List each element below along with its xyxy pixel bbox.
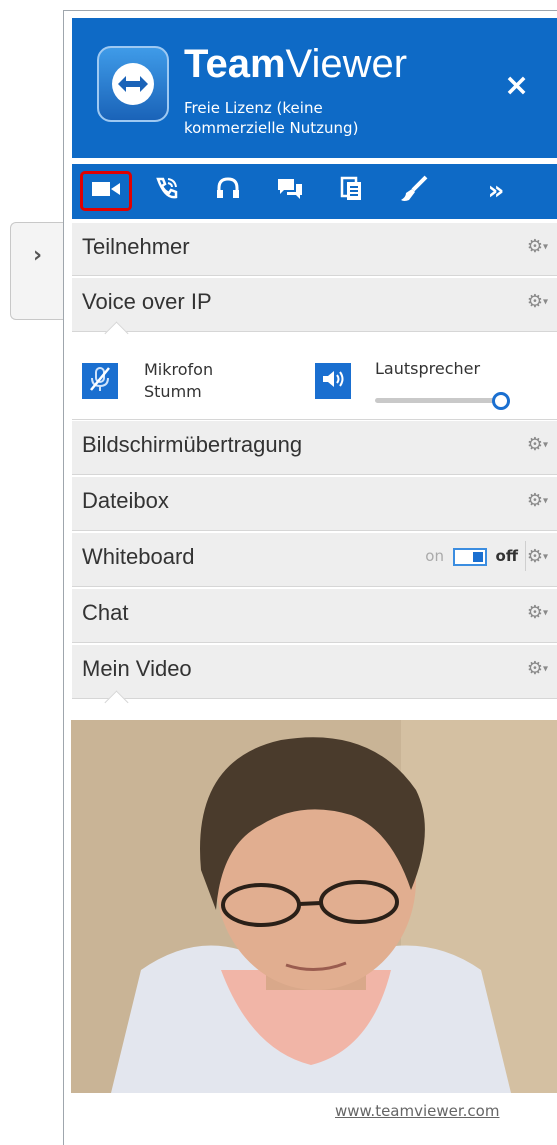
section-voip[interactable]: Voice over IP ⚙▾: [72, 278, 557, 332]
toolbar: »: [72, 164, 557, 219]
microphone-mute-button[interactable]: [82, 363, 118, 399]
gear-icon[interactable]: ⚙▾: [527, 434, 548, 455]
header: TeamViewer Freie Lizenz (keine kommerzie…: [72, 18, 557, 158]
video-button[interactable]: [80, 171, 132, 211]
section-title: Teilnehmer: [82, 234, 190, 259]
teamviewer-logo: [97, 46, 169, 122]
section-title: Voice over IP: [82, 289, 212, 314]
speaker-icon: [321, 369, 345, 393]
chat-button[interactable]: [266, 172, 314, 210]
brush-icon: [400, 175, 428, 207]
more-button[interactable]: »: [472, 172, 520, 210]
gear-icon[interactable]: ⚙▾: [527, 602, 548, 623]
microphone-muted-icon: [89, 366, 111, 396]
video-feed: [71, 720, 557, 1093]
gear-icon[interactable]: ⚙▾: [527, 546, 548, 567]
whiteboard-button[interactable]: [390, 172, 438, 210]
section-teilnehmer[interactable]: Teilnehmer ⚙▾: [72, 223, 557, 276]
headset-icon: [215, 176, 241, 206]
chat-bubbles-icon: [276, 177, 304, 205]
headset-button[interactable]: [204, 172, 252, 210]
filebox-button[interactable]: [328, 172, 376, 210]
whiteboard-toggle[interactable]: on off: [425, 547, 518, 566]
section-title: Whiteboard: [82, 544, 195, 569]
app-title: TeamViewer: [184, 42, 408, 86]
video-camera-icon: [92, 180, 120, 202]
more-chevrons-icon: »: [487, 176, 505, 206]
speaker-label: Lautsprecher: [375, 359, 481, 378]
call-button[interactable]: [142, 172, 190, 210]
close-button[interactable]: ×: [504, 68, 529, 103]
speaker-button[interactable]: [315, 363, 351, 399]
chevron-right-icon: ›: [33, 243, 43, 268]
teamviewer-website-link[interactable]: www.teamviewer.com: [335, 1102, 499, 1120]
speaker-volume-handle[interactable]: [492, 392, 510, 410]
section-title: Dateibox: [82, 488, 169, 513]
speaker-volume-slider[interactable]: [375, 398, 499, 403]
section-bildschirm[interactable]: Bildschirmübertragung ⚙▾: [72, 421, 557, 475]
file-box-icon: [340, 176, 364, 206]
section-title: Chat: [82, 600, 129, 625]
microphone-label: Mikrofon: [144, 360, 214, 379]
section-title: Bildschirmübertragung: [82, 432, 303, 457]
section-dateibox[interactable]: Dateibox ⚙▾: [72, 477, 557, 531]
gear-icon[interactable]: ⚙▾: [527, 490, 548, 511]
license-subtitle: Freie Lizenz (keine kommerzielle Nutzung…: [184, 99, 359, 137]
microphone-status: Stumm: [144, 382, 202, 401]
gear-icon[interactable]: ⚙▾: [527, 658, 548, 679]
section-chat[interactable]: Chat ⚙▾: [72, 589, 557, 643]
gear-icon[interactable]: ⚙▾: [527, 291, 548, 312]
section-video[interactable]: Mein Video ⚙▾: [72, 645, 557, 699]
section-whiteboard[interactable]: Whiteboard on off ⚙▾: [72, 533, 557, 587]
section-title: Mein Video: [82, 656, 192, 681]
gear-icon[interactable]: ⚙▾: [527, 236, 548, 257]
voip-controls: Mikrofon Stumm Lautsprecher: [72, 321, 557, 420]
phone-call-icon: [153, 176, 179, 206]
